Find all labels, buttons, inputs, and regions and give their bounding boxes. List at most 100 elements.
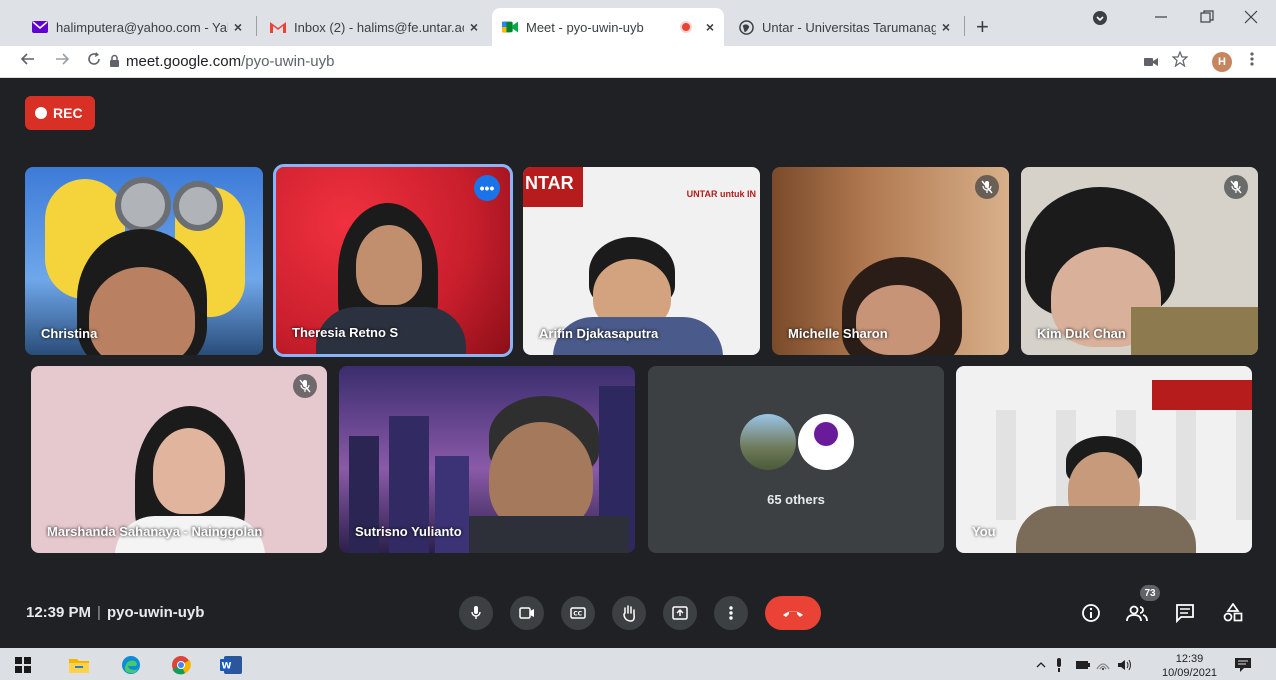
participant-name: Michelle Sharon: [788, 326, 888, 341]
tab-divider: [964, 16, 965, 36]
system-time: 12:39: [1175, 653, 1204, 665]
videocam-icon: [519, 607, 534, 619]
present-screen-button[interactable]: [663, 596, 697, 630]
tab-title: halimputera@yahoo.com - Yahoo: [56, 19, 228, 35]
url-host: meet.google.com: [126, 53, 242, 70]
recording-indicator-icon: [679, 21, 692, 33]
participant-name: Arifin Djakasaputra: [539, 326, 659, 341]
minion-goggle: [115, 177, 171, 233]
participant-name: Marshanda Sahanaya - Nainggolan: [47, 524, 263, 539]
windows-start-icon[interactable]: [12, 654, 34, 676]
participant-tile-kim[interactable]: Kim Duk Chan: [1021, 167, 1258, 355]
tab-search-icon[interactable]: [1092, 10, 1108, 31]
system-clock[interactable]: 12:39 10/09/2021: [1162, 652, 1217, 680]
activities-button[interactable]: [1220, 600, 1246, 626]
microsoft-word-icon[interactable]: W: [220, 654, 242, 676]
participant-tile-arifin[interactable]: NTAR UNTAR untuk IN Arifin Djakasaputra: [523, 167, 760, 355]
participant-tile-marshanda[interactable]: Marshanda Sahanaya - Nainggolan: [31, 366, 327, 553]
battery-icon[interactable]: [1072, 654, 1094, 676]
tab-title: Untar - Universitas Tarumanagara: [762, 19, 936, 35]
participant-avatar: [798, 414, 854, 470]
people-count-badge: 73: [1140, 585, 1160, 601]
yahoo-mail-icon: [32, 19, 48, 35]
new-tab-button[interactable]: +: [976, 14, 989, 40]
untar-banner-text: UNTAR untuk IN: [686, 189, 756, 199]
tab-title: Inbox (2) - halims@fe.untar.ac.id: [294, 19, 464, 35]
lock-icon[interactable]: [109, 54, 120, 73]
participant-tile-michelle[interactable]: Michelle Sharon: [772, 167, 1009, 355]
more-options-icon[interactable]: •••: [474, 175, 500, 201]
captions-button[interactable]: CC: [561, 596, 595, 630]
tab-yahoo[interactable]: halimputera@yahoo.com - Yahoo ×: [22, 8, 252, 46]
people-button[interactable]: [1124, 600, 1150, 626]
leave-call-button[interactable]: [765, 596, 821, 630]
tab-divider: [256, 16, 257, 36]
close-tab-icon[interactable]: ×: [706, 19, 714, 35]
closed-caption-icon: CC: [570, 607, 586, 619]
system-date: 10/09/2021: [1162, 667, 1218, 679]
participant-tile-christina[interactable]: Christina: [25, 167, 263, 355]
divider: |: [97, 604, 101, 621]
participant-body: [469, 516, 629, 553]
forward-icon[interactable]: [54, 51, 70, 72]
untar-logo-banner: NTAR: [523, 167, 583, 207]
participant-body: [1016, 506, 1196, 553]
wifi-icon[interactable]: [1092, 654, 1114, 676]
reload-icon[interactable]: [86, 51, 102, 72]
close-tab-icon[interactable]: ×: [234, 19, 242, 35]
microphone-tray-icon[interactable]: [1048, 654, 1070, 676]
tab-meet[interactable]: Meet - pyo-uwin-uyb ×: [492, 8, 724, 46]
back-icon[interactable]: [20, 51, 36, 72]
participant-tile-theresia[interactable]: ••• Theresia Retno S: [273, 164, 513, 357]
record-dot-icon: [35, 107, 47, 119]
address-bar-row: meet.google.com/pyo-uwin-uyb H: [0, 46, 1276, 78]
participant-tile-you[interactable]: You: [956, 366, 1252, 553]
mic-off-icon: [293, 374, 317, 398]
svg-text:W: W: [222, 662, 232, 672]
recording-label: REC: [53, 105, 83, 121]
meeting-details-button[interactable]: [1078, 600, 1104, 626]
more-options-button[interactable]: [714, 596, 748, 630]
recording-badge: REC: [25, 96, 95, 130]
others-tile[interactable]: 65 others: [648, 366, 944, 553]
info-icon: [1082, 604, 1100, 622]
bookmark-star-icon[interactable]: [1171, 50, 1189, 72]
raise-hand-button[interactable]: [612, 596, 646, 630]
chat-button[interactable]: [1172, 600, 1198, 626]
volume-icon[interactable]: [1114, 654, 1136, 676]
camera-in-use-icon[interactable]: [1144, 53, 1158, 73]
notifications-icon[interactable]: [1232, 654, 1254, 676]
file-explorer-icon[interactable]: [68, 654, 90, 676]
windows-taskbar: W: [0, 648, 1276, 680]
edge-browser-icon[interactable]: [120, 654, 142, 676]
present-icon: [672, 606, 688, 620]
close-window-icon[interactable]: [1244, 10, 1258, 29]
participant-name: You: [972, 524, 996, 539]
microphone-button[interactable]: [459, 596, 493, 630]
camera-button[interactable]: [510, 596, 544, 630]
svg-text:CC: CC: [573, 611, 582, 618]
hand-icon: [623, 605, 635, 622]
people-icon: [1126, 605, 1148, 622]
restore-icon[interactable]: [1200, 10, 1214, 29]
others-count: 65 others: [767, 492, 825, 507]
participant-name: Theresia Retno S: [292, 325, 399, 340]
more-vert-icon[interactable]: [1250, 51, 1254, 72]
participant-name: Sutrisno Yulianto: [355, 524, 462, 539]
close-tab-icon[interactable]: ×: [470, 19, 478, 35]
activities-icon: [1223, 603, 1243, 622]
close-tab-icon[interactable]: ×: [942, 19, 950, 35]
globe-icon: [738, 19, 754, 35]
more-vert-icon: [729, 606, 733, 620]
participant-body: [1131, 307, 1258, 355]
tab-untar[interactable]: Untar - Universitas Tarumanagara ×: [728, 8, 960, 46]
tab-gmail[interactable]: Inbox (2) - halims@fe.untar.ac.id ×: [260, 8, 488, 46]
chrome-browser-icon[interactable]: [170, 654, 192, 676]
participant-name: Kim Duk Chan: [1037, 326, 1126, 341]
url-field[interactable]: meet.google.com/pyo-uwin-uyb: [126, 53, 334, 70]
minimize-icon[interactable]: [1154, 10, 1168, 29]
profile-avatar[interactable]: H: [1212, 52, 1232, 72]
participant-tile-sutrisno[interactable]: Sutrisno Yulianto: [339, 366, 635, 553]
gmail-icon: [270, 19, 286, 35]
mic-off-icon: [975, 175, 999, 199]
